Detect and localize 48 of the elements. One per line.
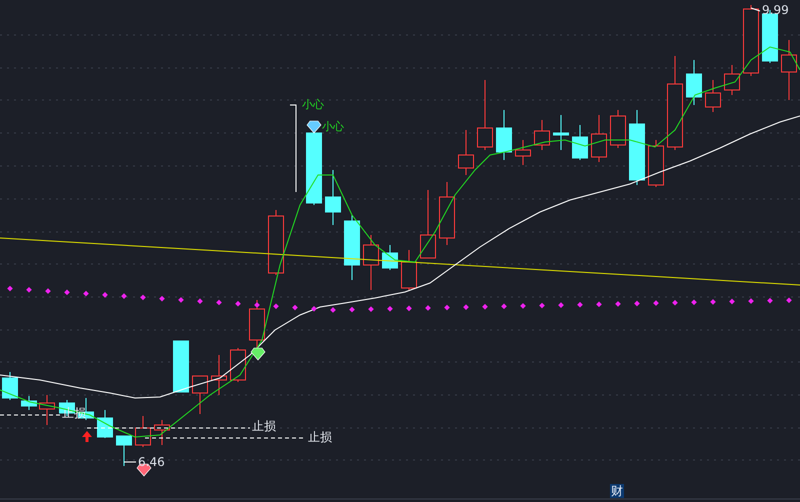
candlestick: [401, 250, 417, 290]
up-arrow-icon: [82, 431, 92, 442]
candlestick: [116, 436, 132, 466]
candlestick: [97, 410, 113, 438]
candlestick: [268, 210, 284, 276]
candlestick: [591, 114, 607, 162]
candlestick: [743, 4, 759, 76]
caution-label: 小心: [302, 99, 324, 110]
candlestick: [382, 244, 398, 270]
candlestick: [515, 140, 531, 166]
candlestick: [39, 394, 55, 426]
candlestick: [173, 340, 189, 392]
candlestick: [21, 396, 37, 410]
stop-loss-label: 止损: [308, 431, 332, 443]
stop-loss-label: 止损: [62, 407, 86, 419]
finance-marker: 财: [610, 484, 624, 498]
candlestick: [211, 354, 227, 396]
caution-label: 小心: [322, 121, 344, 132]
price-label: 6.46: [138, 456, 165, 468]
candlestick: [724, 64, 740, 96]
candlestick: [59, 400, 75, 416]
candlestick: [705, 80, 721, 112]
leader-line: [750, 8, 760, 12]
candlestick: [230, 348, 246, 382]
candlestick: [135, 416, 151, 448]
candlestick: [2, 372, 18, 400]
stop-loss-line: [0, 414, 62, 416]
candlestick: [363, 234, 379, 290]
stop-loss-label: 止损: [252, 420, 276, 432]
candlestick: [648, 140, 664, 188]
candlestick: [458, 130, 474, 176]
candlestick: [325, 170, 341, 226]
candlestick: [553, 114, 569, 150]
candlestick: [420, 190, 436, 258]
candlestick: [534, 120, 550, 150]
candlestick: [249, 300, 265, 350]
price-label: 9.99: [762, 4, 789, 16]
candlestick: [781, 40, 797, 100]
candlestick: [439, 182, 455, 246]
candlestick: [572, 124, 588, 160]
candlestick: [192, 376, 208, 414]
candlestick: [686, 60, 702, 106]
candlestick: [496, 110, 512, 160]
candlestick: [344, 214, 360, 280]
diamond-icon: [250, 348, 266, 360]
candlestick: [477, 80, 493, 150]
candlestick: [610, 110, 626, 148]
candlestick: [154, 420, 170, 446]
